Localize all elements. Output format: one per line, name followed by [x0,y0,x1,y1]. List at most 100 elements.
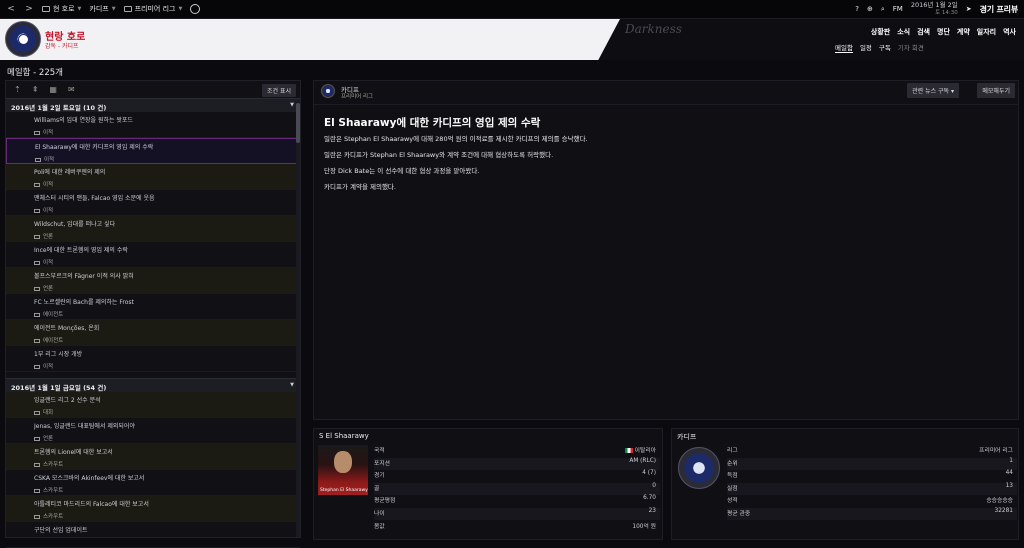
club-badge-icon[interactable] [321,84,335,98]
message-subject: 1부 리그 시장 개방 [34,351,83,358]
stat-row: 경기 4 (7) [374,470,660,482]
league-menu[interactable]: 프리미어 리그 ▼ [123,4,182,14]
message-paragraph: 밀란은 카디프가 Stephan El Shaarawy와 계약 조건에 대해 … [324,151,554,159]
message-tag: 언론 [34,232,300,240]
list-item[interactable]: El Shaarawy에 대한 카디프의 영입 제의 수락 이적 [6,138,300,164]
nav-overview[interactable]: 상황판 [871,27,890,37]
stat-value: 32281 [994,508,1013,514]
header-band [0,19,620,60]
message-tag: 에이전트 [34,310,300,318]
day-header[interactable]: 2016년 1월 1일 금요일 (54 건) ▼ [6,378,300,392]
top-bar: < > 현 호로 ▼ 카디프 ▼ 프리미어 리그 ▼ ? ⊕ ⌕ FM 2016년 1… [0,0,1024,19]
message-league[interactable]: 프리미어 리그 [341,92,373,100]
list-item[interactable]: FC 노르셸란의 Bach를 제의하는 Frost 에이전트 [6,294,300,320]
list-item[interactable]: CSKA 모스크바의 Akinfeev에 대한 보고서 스카우트 [6,470,300,496]
stat-row: 리그 프리미어 리그 [727,445,1017,457]
stat-value: 프리미어 리그 [979,448,1013,454]
stat-value: 0 [652,482,656,489]
nav-jobs[interactable]: 일자리 [977,27,996,37]
category-icon [34,436,40,441]
move-up-icon[interactable]: ⇡ [14,85,21,94]
list-item[interactable]: 트론헴의 Lionel에 대한 보고서 스카우트 [6,444,300,470]
help-icon[interactable]: ? [855,5,859,13]
search-icon[interactable]: ⌕ [881,5,885,14]
fm-menu[interactable]: FM [893,5,903,13]
nav-contracts[interactable]: 계약 [957,27,970,37]
nav-search[interactable]: 검색 [917,27,930,37]
club-name[interactable]: 카디프 [677,432,696,442]
category-icon [34,182,40,187]
tab-press-conference[interactable]: 기자 회견 [898,42,924,53]
club-menu[interactable]: 카디프 ▼ [89,4,115,14]
category-icon [34,312,40,317]
message-subject: Williams의 임대 연장을 원하는 왓포드 [34,117,133,124]
forward-arrow-icon[interactable]: > [24,4,34,14]
list-item[interactable]: Ince에 대한 트론헴의 영입 제의 수락 이적 [6,242,300,268]
back-arrow-icon[interactable]: < [6,4,16,14]
list-item[interactable]: Wildschut, 임대를 떠나고 싶다언론 [6,216,300,242]
stat-row: 실점 13 [727,482,1017,495]
message-subject: 맨체스터 시티의 맨들, Falcao 영입 소문에 웃음 [34,195,155,202]
inbox-panel: ⇡ ⇞ ▦ ✉ 조건 표시 2016년 1월 2일 토요일 (10 건) ▼ Wi… [5,80,301,548]
list-item[interactable]: Poli에 대한 레버쿠젠의 제의 이적 [6,164,300,190]
continue-button[interactable]: 경기 프리뷰 [980,4,1019,15]
list-item[interactable]: 볼프스부르크의 Fägner 이적 의사 밝혀 언론 [6,268,300,294]
list-item[interactable]: 에이전트 Monções, 온회 에이전트 [6,320,300,346]
tab-schedule[interactable]: 일정 [860,42,872,53]
stat-label: 골 [374,485,380,492]
message-tag: 대회 [34,408,300,416]
stat-value: 23 [648,508,656,514]
message-panel: 카디프 프리미어 리그 관련 뉴스 구독 ▾ 메모해두기 El Shaarawy… [313,80,1019,420]
list-item[interactable]: 잉글랜드 리그 2 선수 분석 대회 [6,392,300,418]
filter-button[interactable]: 조건 표시 [262,84,296,97]
stat-value: 6.70 [643,495,656,502]
list-item[interactable]: Williams의 임대 연장을 원하는 왓포드이적 [6,112,300,138]
message-paragraph: 밀란은 Stephan El Shaarawy에 대해 280억 원의 이적료를… [324,135,588,143]
collapse-icon[interactable]: ▼ [290,102,294,108]
collapse-icon[interactable]: ▼ [290,382,294,388]
message-subject: 볼프스부르크의 Fägner 이적 의사 밝혀 [34,273,134,280]
message-subject: 트론헴의 Lionel에 대한 보고서 [34,449,113,456]
globe-icon[interactable]: ⊕ [867,5,873,13]
stat-row: 골0 [374,482,660,495]
list-item[interactable]: 구단의 선임 업데이트 [6,522,300,548]
stat-label: 평균 관중 [727,511,751,517]
tab-subscriptions[interactable]: 구독 [879,42,891,53]
list-item[interactable]: 아틀레티코 마드리드의 Falcao에 대한 보고서 스카우트 [6,496,300,522]
day-header[interactable]: 2016년 1월 2일 토요일 (10 건) ▼ [6,98,300,112]
nav-squad[interactable]: 명단 [937,27,950,37]
nav-history[interactable]: 역사 [1003,27,1016,37]
stat-row: 포지션 AM (RLC) [374,457,660,470]
scrollbar-thumb[interactable] [296,103,300,143]
move-top-icon[interactable]: ⇞ [32,85,39,94]
message-tag: 에이전트 [34,336,300,344]
message-title: El Shaarawy에 대한 카디프의 영입 제의 수락 [324,117,541,129]
trophy-icon [123,6,132,12]
main-nav: 상황판 소식 검색 명단 계약 일자리 역사 [871,27,1016,37]
club-crest[interactable] [5,21,41,57]
delete-icon[interactable]: ▦ [49,85,57,94]
stat-row: 성적 승승승승승 [727,495,1017,507]
tab-inbox[interactable]: 메일함 [835,42,853,53]
nav-news[interactable]: 소식 [897,27,910,37]
list-item[interactable]: 1부 리그 시장 개방 이적 [6,346,300,372]
continue-arrow-icon[interactable]: ➤ [966,5,972,13]
message-subject: Wildschut, 임대를 떠나고 싶다 [34,221,116,228]
home-menu[interactable]: 현 호로 ▼ [42,4,81,14]
memo-button[interactable]: 메모해두기 [977,83,1015,98]
list-item[interactable]: Jenas, 잉글랜드 대표팀에서 제외되어야 언론 [6,418,300,444]
message-tag: 이적 [34,128,300,136]
list-item[interactable]: 맨체스터 시티의 맨들, Falcao 영입 소문에 웃음 이적 [6,190,300,216]
inbox-scrollbar[interactable] [296,101,300,537]
category-icon [34,234,40,239]
stat-label: 경기 [374,473,385,480]
category-icon [34,514,40,519]
stat-value: AM (RLC) [629,457,656,464]
message-subject: Poli에 대한 레버쿠젠의 제의 [34,169,106,176]
message-tag: 이적 [34,258,300,266]
player-name[interactable]: S El Shaarawy [319,432,369,440]
world-icon[interactable] [190,4,201,14]
mail-icon[interactable]: ✉ [68,85,75,94]
inbox-toolbar: ⇡ ⇞ ▦ ✉ 조건 표시 [6,81,300,98]
subscribe-related-button[interactable]: 관련 뉴스 구독 ▾ [907,83,959,98]
